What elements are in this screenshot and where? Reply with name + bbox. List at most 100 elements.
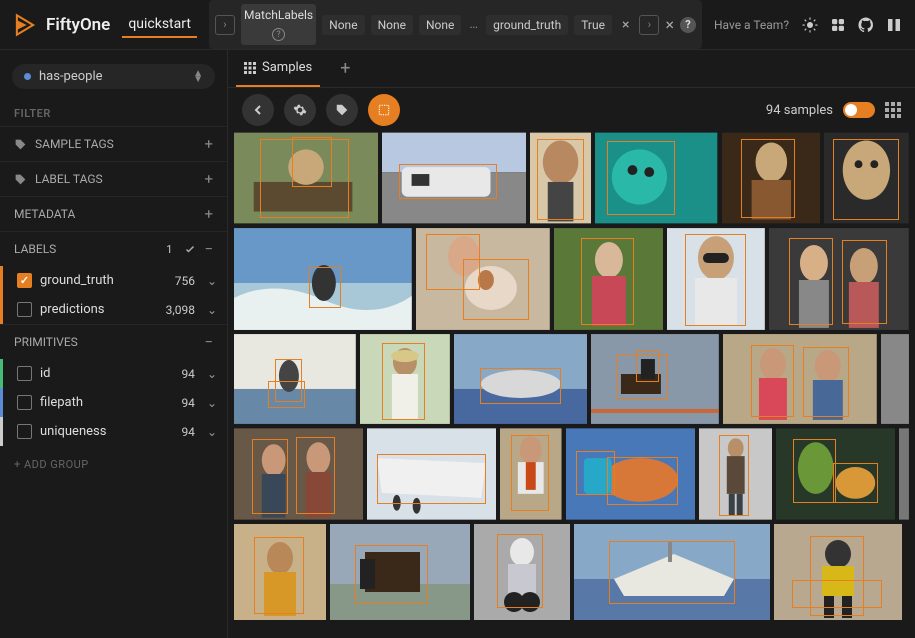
- sample-thumb[interactable]: [234, 334, 356, 424]
- sample-thumb[interactable]: [776, 428, 895, 520]
- theme-icon[interactable]: [801, 16, 819, 34]
- tab-label: Samples: [262, 60, 312, 75]
- section-primitives[interactable]: PRIMITIVES −: [0, 324, 227, 359]
- have-a-team-link[interactable]: Have a Team?: [714, 18, 789, 32]
- chevron-down-icon[interactable]: ⌄: [207, 303, 217, 317]
- section-label-tags[interactable]: LABEL TAGS +: [0, 161, 227, 196]
- section-metadata[interactable]: METADATA +: [0, 196, 227, 231]
- sample-thumb[interactable]: [899, 428, 909, 520]
- sample-thumb[interactable]: [530, 132, 591, 224]
- sample-thumb[interactable]: [667, 228, 765, 330]
- sample-thumb[interactable]: [454, 334, 588, 424]
- back-button[interactable]: [242, 94, 274, 126]
- stage-arg-0[interactable]: None: [322, 15, 364, 35]
- chevron-down-icon[interactable]: ⌄: [207, 396, 217, 410]
- sample-thumb[interactable]: [591, 334, 719, 424]
- sample-thumb[interactable]: [360, 334, 450, 424]
- toolbar: 94 samples: [228, 88, 915, 132]
- stage-name: MatchLabels: [244, 8, 313, 22]
- sample-thumb[interactable]: [824, 132, 909, 224]
- sample-count: 94 samples: [766, 103, 833, 118]
- sample-thumb[interactable]: [566, 428, 695, 520]
- grid-icon: [244, 62, 256, 74]
- sample-thumb[interactable]: [416, 228, 550, 330]
- tab-samples[interactable]: Samples: [236, 50, 320, 87]
- help-icon[interactable]: ?: [680, 17, 696, 33]
- sample-thumb[interactable]: [367, 428, 496, 520]
- sample-thumb[interactable]: [234, 228, 412, 330]
- stage-arg-field[interactable]: ground_truth: [486, 15, 568, 35]
- check-icon: [184, 243, 196, 255]
- sample-thumb[interactable]: [234, 428, 363, 520]
- add-icon[interactable]: +: [204, 170, 213, 188]
- sample-thumb[interactable]: [699, 428, 772, 520]
- collapse-icon[interactable]: −: [204, 333, 213, 351]
- stage-chip[interactable]: MatchLabels ?: [241, 4, 316, 45]
- sample-thumb[interactable]: [474, 524, 570, 620]
- sample-thumb[interactable]: [382, 132, 526, 224]
- tag-button[interactable]: [326, 94, 358, 126]
- sample-thumb[interactable]: [722, 132, 821, 224]
- stage-next[interactable]: ›: [639, 15, 659, 35]
- sample-thumb[interactable]: [554, 228, 664, 330]
- checkbox[interactable]: [17, 424, 32, 439]
- label-predictions[interactable]: predictions 3,098 ⌄: [0, 295, 227, 324]
- grid-view-icon[interactable]: [885, 102, 901, 118]
- sample-thumb[interactable]: [234, 524, 326, 620]
- checkbox-checked[interactable]: [17, 273, 32, 288]
- tabbar: Samples +: [228, 50, 915, 88]
- label-ground-truth[interactable]: ground_truth 756 ⌄: [0, 266, 227, 295]
- section-labels[interactable]: LABELS 1 −: [0, 231, 227, 266]
- view-stage-bar[interactable]: › MatchLabels ? None None None … ground_…: [209, 0, 702, 49]
- checkbox[interactable]: [17, 395, 32, 410]
- logo-icon: [12, 12, 38, 38]
- patches-button[interactable]: [368, 94, 400, 126]
- add-icon[interactable]: +: [204, 135, 213, 153]
- clear-view[interactable]: ×: [665, 15, 674, 34]
- chevron-down-icon[interactable]: ⌄: [207, 367, 217, 381]
- brand-name: FiftyOne: [46, 15, 110, 35]
- view-color-dot: [24, 73, 31, 80]
- sample-thumb[interactable]: [595, 132, 717, 224]
- dataset-name[interactable]: quickstart: [122, 12, 197, 38]
- stage-arg-value[interactable]: True: [574, 15, 612, 35]
- sample-grid[interactable]: [228, 132, 915, 638]
- primitive-filepath[interactable]: filepath 94 ⌄: [0, 388, 227, 417]
- filter-heading: FILTER: [0, 99, 227, 126]
- sidebar: has-people ▲▼ FILTER SAMPLE TAGS + LABEL…: [0, 50, 228, 638]
- stage-arg-2[interactable]: None: [419, 15, 461, 35]
- sort-arrows-icon: ▲▼: [193, 71, 203, 83]
- section-sample-tags[interactable]: SAMPLE TAGS +: [0, 126, 227, 161]
- sample-thumb[interactable]: [500, 428, 562, 520]
- toggle-switch[interactable]: [843, 102, 875, 118]
- primitive-id[interactable]: id 94 ⌄: [0, 359, 227, 388]
- stage-ellipsis: …: [467, 17, 480, 32]
- sample-thumb[interactable]: [723, 334, 877, 424]
- docs-icon[interactable]: [885, 16, 903, 34]
- tag-icon: [14, 138, 27, 151]
- sample-thumb[interactable]: [881, 334, 909, 424]
- sample-thumb[interactable]: [774, 524, 902, 620]
- github-icon[interactable]: [857, 16, 875, 34]
- collapse-icon[interactable]: −: [204, 240, 213, 258]
- checkbox[interactable]: [17, 366, 32, 381]
- primitive-uniqueness[interactable]: uniqueness 94 ⌄: [0, 417, 227, 446]
- add-group-button[interactable]: + ADD GROUP: [0, 446, 227, 483]
- checkbox[interactable]: [17, 302, 32, 317]
- tag-icon: [14, 173, 27, 186]
- slack-icon[interactable]: [829, 16, 847, 34]
- add-icon[interactable]: +: [204, 205, 213, 223]
- chevron-down-icon[interactable]: ⌄: [207, 274, 217, 288]
- stage-remove[interactable]: ×: [618, 17, 633, 33]
- sample-thumb[interactable]: [769, 228, 909, 330]
- saved-view-selector[interactable]: has-people ▲▼: [12, 64, 215, 89]
- info-icon[interactable]: ?: [272, 28, 285, 41]
- chevron-down-icon[interactable]: ⌄: [207, 425, 217, 439]
- tab-add-button[interactable]: +: [332, 58, 358, 79]
- settings-button[interactable]: [284, 94, 316, 126]
- stage-prev[interactable]: ›: [215, 15, 235, 35]
- sample-thumb[interactable]: [574, 524, 770, 620]
- sample-thumb[interactable]: [330, 524, 470, 620]
- sample-thumb[interactable]: [234, 132, 378, 224]
- stage-arg-1[interactable]: None: [371, 15, 413, 35]
